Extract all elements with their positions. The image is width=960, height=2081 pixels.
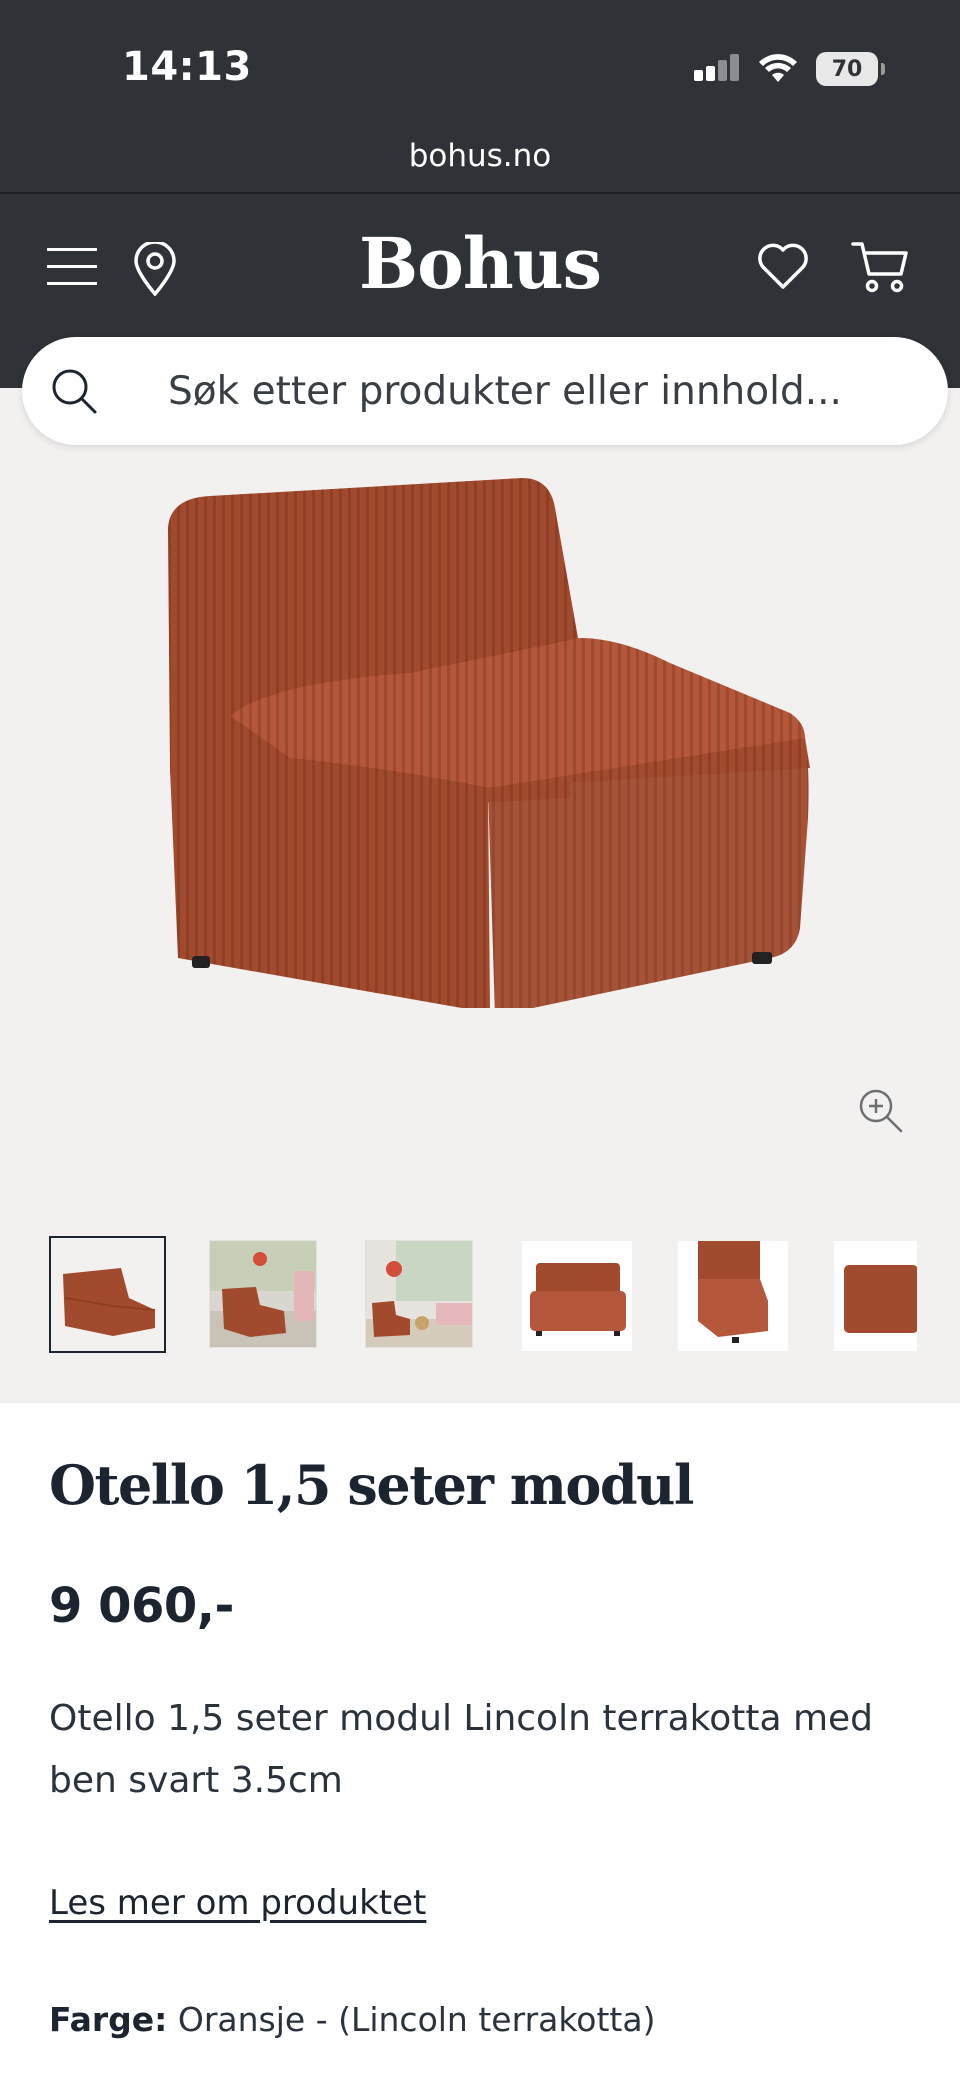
thumbnail-strip xyxy=(0,1236,960,1356)
top-bar: 14:13 70 bohus.no Bohus xyxy=(0,0,960,388)
thumbnail-image xyxy=(210,1241,316,1347)
browser-url[interactable]: bohus.no xyxy=(0,138,960,174)
divider xyxy=(0,192,960,194)
thumbnail-image xyxy=(834,1241,917,1351)
heart-icon[interactable] xyxy=(757,242,809,290)
wifi-icon xyxy=(759,54,797,82)
thumbnail-image xyxy=(51,1238,164,1351)
product-description: Otello 1,5 seter modul Lincoln terrakott… xyxy=(49,1698,874,1801)
thumbnail-2[interactable] xyxy=(209,1240,317,1348)
color-value: Oransje - (Lincoln terrakotta) xyxy=(177,2000,656,2039)
signal-icon xyxy=(694,54,739,81)
color-label: Farge: xyxy=(49,2000,168,2039)
product-gallery xyxy=(0,388,960,1403)
product-info: Otello 1,5 seter modul 9 060,- Otello 1,… xyxy=(0,1403,960,2081)
search-icon[interactable] xyxy=(50,367,98,415)
status-time: 14:13 xyxy=(122,44,252,90)
product-image[interactable] xyxy=(150,468,820,1008)
thumbnail-4[interactable] xyxy=(521,1240,633,1352)
product-price: 9 060,- xyxy=(49,1578,234,1634)
site-logo[interactable]: Bohus xyxy=(0,222,960,305)
battery-indicator: 70 xyxy=(816,52,885,86)
cart-icon[interactable] xyxy=(851,240,909,294)
color-info: Farge: Oransje - (Lincoln terrakotta) xyxy=(49,2000,655,2039)
thumbnail-image xyxy=(366,1241,472,1347)
read-more-link[interactable]: Les mer om produktet xyxy=(49,1883,426,1923)
search-input[interactable] xyxy=(168,337,908,445)
thumbnail-1[interactable] xyxy=(49,1236,166,1353)
thumbnail-image xyxy=(522,1241,632,1351)
thumbnail-3[interactable] xyxy=(365,1240,473,1348)
thumbnail-image xyxy=(678,1241,788,1351)
product-title: Otello 1,5 seter modul xyxy=(49,1453,694,1517)
zoom-in-icon[interactable] xyxy=(858,1088,904,1134)
thumbnail-5[interactable] xyxy=(677,1240,789,1352)
status-icons: 70 xyxy=(694,52,885,86)
thumbnail-6[interactable] xyxy=(833,1240,917,1352)
search-bar[interactable] xyxy=(22,337,948,445)
